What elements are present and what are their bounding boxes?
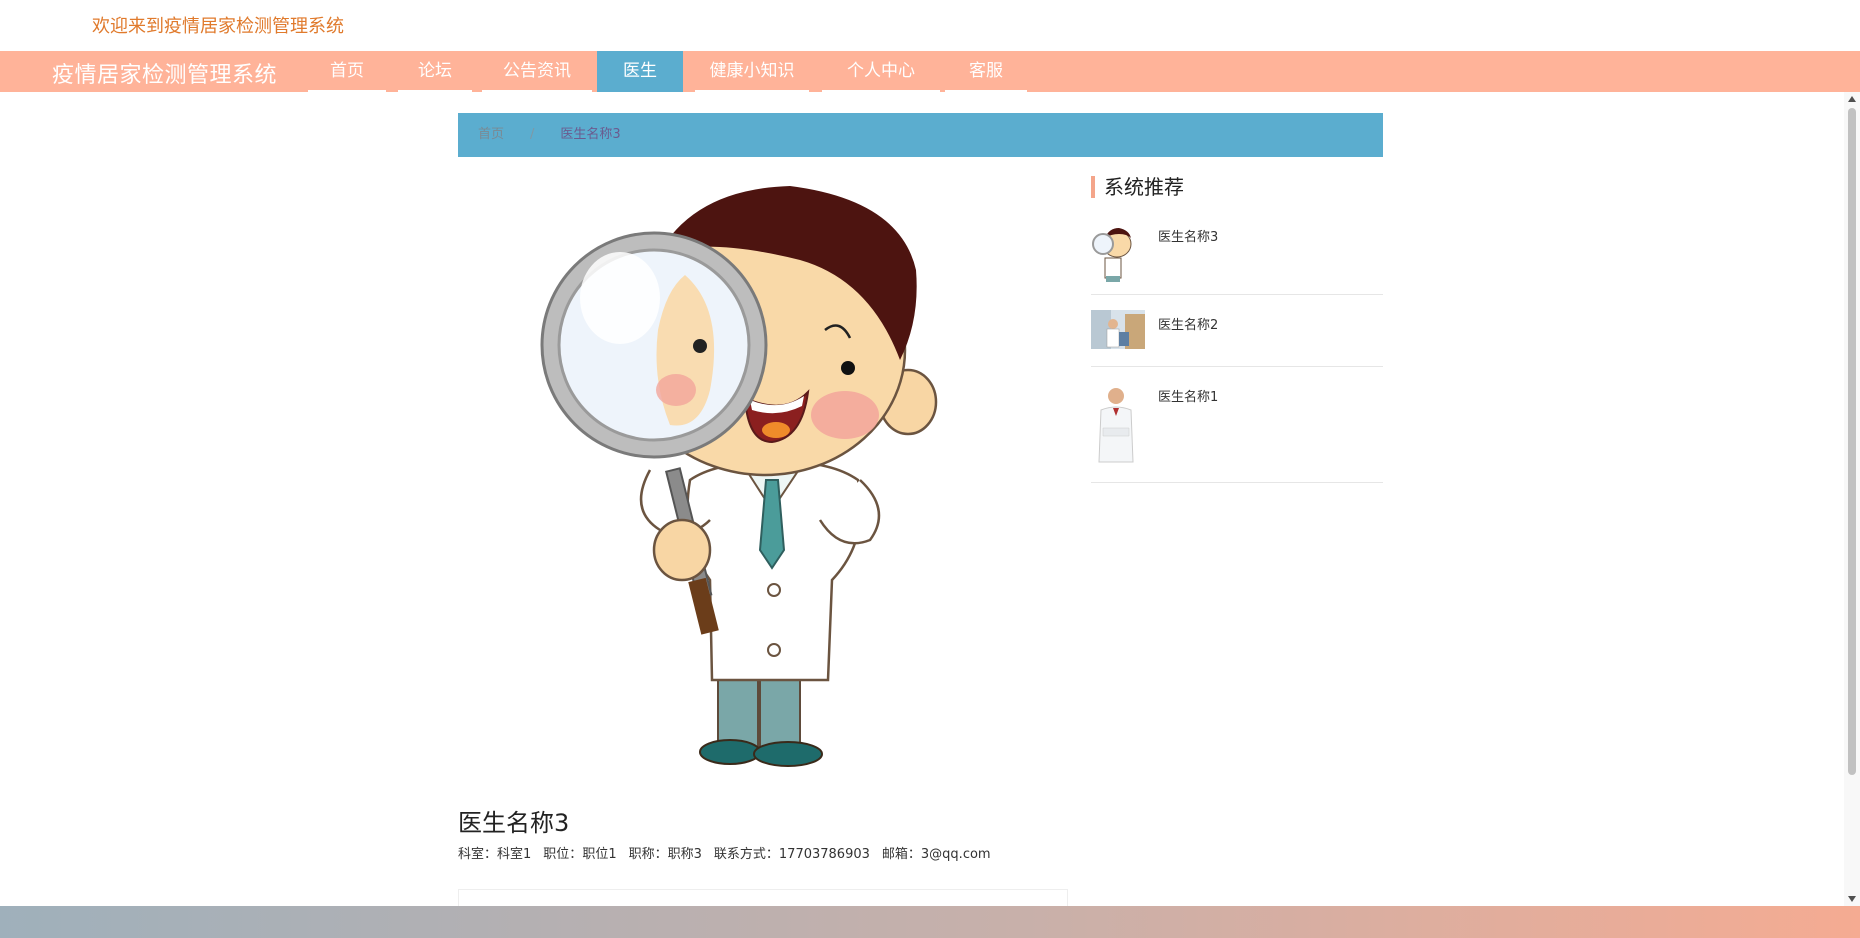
breadcrumb-separator: /: [530, 127, 535, 142]
scrollbar-thumb[interactable]: [1848, 108, 1856, 775]
recommend-item[interactable]: 医生名称1: [1091, 368, 1383, 483]
department-value: 科室1: [497, 847, 532, 862]
breadcrumb-home-link[interactable]: 首页: [478, 127, 504, 142]
email-value: 3@qq.com: [920, 847, 991, 862]
page-footer: [0, 906, 1860, 938]
nav-item-home[interactable]: 首页: [308, 51, 386, 92]
title-label: 职称：: [628, 847, 668, 862]
scroll-down-icon[interactable]: [1848, 896, 1856, 902]
doctor-thumbnail: [1091, 382, 1141, 464]
recommend-title: 系统推荐: [1091, 176, 1184, 198]
email-label: 邮箱：: [881, 847, 921, 862]
breadcrumb-current: 医生名称3: [560, 127, 621, 142]
position-value: 职位1: [582, 847, 617, 862]
recommend-item-name: 医生名称1: [1158, 390, 1219, 405]
nav-item-doctor[interactable]: 医生: [597, 51, 683, 92]
contact-value: 17703786903: [778, 847, 870, 862]
welcome-text: 欢迎来到疫情居家检测管理系统: [92, 16, 344, 37]
main-navbar: 疫情居家检测管理系统 首页 论坛 公告资讯 医生 健康小知识 个人中心 客服: [0, 51, 1860, 92]
position-label: 职位：: [543, 847, 583, 862]
nav-item-health-tips[interactable]: 健康小知识: [695, 51, 809, 92]
top-bar: 欢迎来到疫情居家检测管理系统: [0, 0, 1860, 51]
nav-item-personal-center[interactable]: 个人中心: [822, 51, 940, 92]
department-label: 科室：: [458, 847, 498, 862]
doctor-info-line: 科室：科室1 职位：职位1 职称：职称3 联系方式：17703786903 邮箱：3@q…: [458, 843, 991, 862]
nav-item-forum[interactable]: 论坛: [398, 51, 472, 92]
doctor-main-image: [540, 186, 938, 767]
brand-title[interactable]: 疫情居家检测管理系统: [52, 57, 277, 89]
recommend-item-name: 医生名称3: [1158, 230, 1219, 245]
doctor-name-title: 医生名称3: [458, 809, 570, 837]
nav-item-news[interactable]: 公告资讯: [482, 51, 592, 92]
scroll-up-icon[interactable]: [1848, 96, 1856, 102]
page-scrollbar[interactable]: [1844, 92, 1860, 906]
doctor-thumbnail: [1091, 310, 1145, 349]
breadcrumb: 首页 / 医生名称3: [458, 113, 1383, 157]
recommend-item[interactable]: 医生名称2: [1091, 296, 1383, 367]
contact-label: 联系方式：: [713, 847, 779, 862]
recommend-item[interactable]: 医生名称3: [1091, 218, 1383, 295]
doctor-thumbnail: [1092, 228, 1132, 282]
recommend-item-name: 医生名称2: [1158, 318, 1219, 333]
title-value: 职称3: [667, 847, 702, 862]
nav-item-customer-service[interactable]: 客服: [945, 51, 1027, 92]
